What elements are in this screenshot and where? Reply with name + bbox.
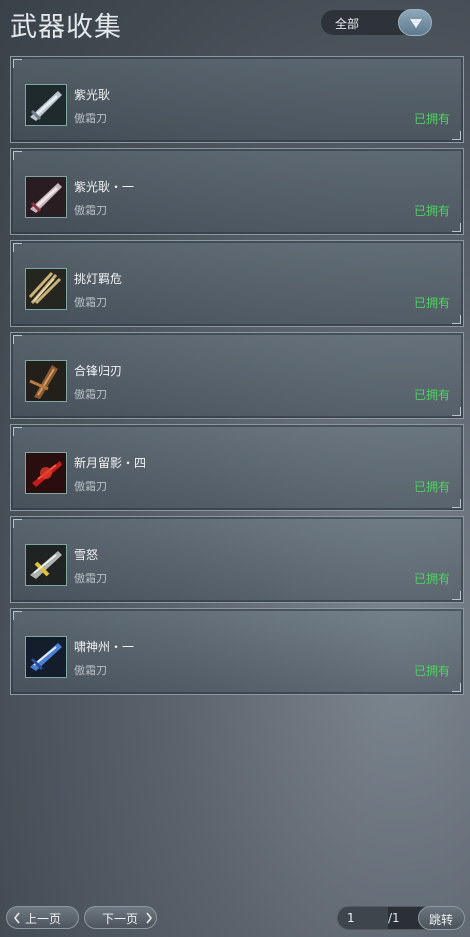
jump-button[interactable]: 跳转	[418, 906, 465, 930]
weapon-category: 傲霜刀	[74, 112, 107, 125]
owned-status: 已拥有	[413, 480, 450, 494]
weapon-card[interactable]: 合锋归刃 傲霜刀 已拥有	[10, 332, 464, 419]
weapon-category: 傲霜刀	[74, 296, 107, 309]
blade-red-icon	[25, 452, 67, 494]
weapon-category: 傲霜刀	[74, 664, 107, 677]
weapon-category: 傲霜刀	[74, 204, 107, 217]
blade-silver-icon	[25, 84, 67, 126]
owned-status: 已拥有	[413, 664, 450, 678]
owned-status: 已拥有	[413, 296, 450, 310]
page-title: 武器收集	[10, 12, 122, 43]
weapon-name: 挑灯羁危	[74, 272, 123, 286]
next-page-button[interactable]: 下一页	[84, 906, 157, 929]
page-number-input[interactable]: 1	[338, 907, 388, 929]
weapon-card[interactable]: 雪怒 傲霜刀 已拥有	[10, 516, 464, 603]
prev-page-label: 上一页	[25, 912, 62, 926]
owned-status: 已拥有	[413, 388, 450, 402]
blade-crimson-icon	[25, 176, 67, 218]
filter-value: 全部	[335, 17, 360, 31]
chevron-left-icon	[13, 912, 20, 924]
weapon-name: 合锋归刃	[74, 364, 123, 378]
page-number-value: 1	[347, 911, 355, 925]
weapon-name: 紫光耿	[74, 88, 111, 102]
weapon-card[interactable]: 紫光耿・一 傲霜刀 已拥有	[10, 148, 464, 235]
chevron-right-icon	[146, 912, 153, 924]
weapon-name: 新月留影・四	[74, 456, 147, 470]
next-page-label: 下一页	[102, 912, 139, 926]
weapon-card[interactable]: 挑灯羁危 傲霜刀 已拥有	[10, 240, 464, 327]
weapon-name: 啸神州・一	[74, 640, 135, 654]
weapon-card[interactable]: 啸神州・一 傲霜刀 已拥有	[10, 608, 464, 695]
weapon-card[interactable]: 紫光耿 傲霜刀 已拥有	[10, 56, 464, 143]
owned-status: 已拥有	[413, 204, 450, 218]
dropdown-toggle-button[interactable]	[398, 9, 432, 36]
blade-bronze-icon	[25, 360, 67, 402]
chevron-down-icon	[410, 19, 422, 28]
blade-yellow-icon	[25, 544, 67, 586]
blade-gold-icon	[25, 268, 67, 310]
page-jump-control: 1 /1 跳转	[337, 906, 465, 930]
page-total: /1	[388, 911, 400, 925]
blade-blue-icon	[25, 636, 67, 678]
owned-status: 已拥有	[413, 112, 450, 126]
weapon-category: 傲霜刀	[74, 480, 107, 493]
prev-page-button[interactable]: 上一页	[6, 906, 79, 929]
weapon-name: 紫光耿・一	[74, 180, 135, 194]
owned-status: 已拥有	[413, 572, 450, 586]
filter-dropdown[interactable]: 全部	[320, 9, 432, 36]
weapon-category: 傲霜刀	[74, 572, 107, 585]
jump-label: 跳转	[429, 913, 454, 927]
weapon-card[interactable]: 新月留影・四 傲霜刀 已拥有	[10, 424, 464, 511]
weapon-name: 雪怒	[74, 548, 99, 562]
weapon-category: 傲霜刀	[74, 388, 107, 401]
